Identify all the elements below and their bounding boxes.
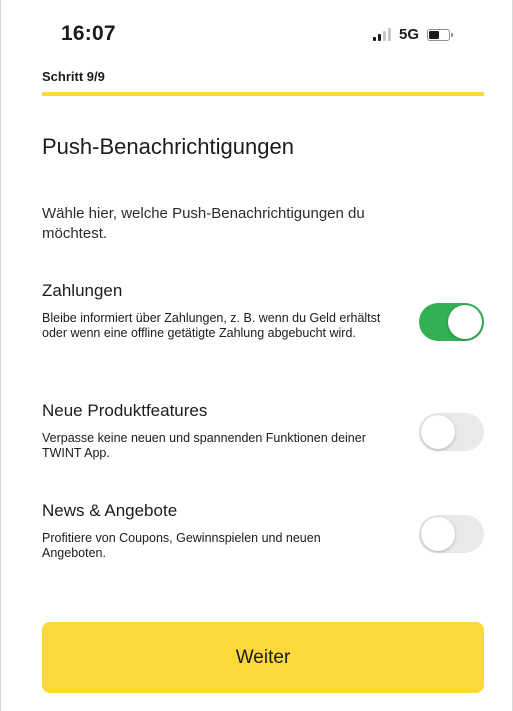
progress-bar [42, 92, 484, 96]
cellular-signal-icon [373, 28, 391, 41]
progress-bar-fill [42, 92, 484, 96]
page-intro: Wähle hier, welche Push-Benachrichtigung… [42, 205, 365, 242]
toggle-knob [448, 305, 482, 339]
status-bar: 16:07 5G [1, 0, 512, 60]
setting-description: Bleibe informiert über Zahlungen, z. B. … [42, 311, 381, 340]
battery-icon [427, 28, 454, 41]
status-indicators: 5G [373, 26, 454, 43]
setting-title: Neue Produktfeatures [42, 401, 208, 420]
setting-payments: Zahlungen Bleibe informiert über Zahlung… [42, 281, 484, 341]
continue-button[interactable]: Weiter [42, 622, 484, 693]
setting-description: Profitiere von Coupons, Gewinnspielen un… [42, 531, 321, 560]
toggle-knob [421, 415, 455, 449]
setting-new-features: Neue Produktfeatures Verpasse keine neue… [42, 401, 484, 461]
payments-toggle[interactable] [419, 303, 484, 341]
step-indicator: Schritt 9/9 [42, 69, 105, 84]
status-time: 16:07 [61, 22, 116, 45]
battery-level [429, 30, 440, 39]
network-label: 5G [399, 26, 420, 43]
page-title: Push-Benachrichtigungen [42, 134, 294, 159]
setting-news-offers: News & Angebote Profitiere von Coupons, … [42, 501, 484, 561]
screen: 16:07 5G Schritt 9/9 Push-Benachrichtigu… [0, 0, 513, 711]
setting-title: News & Angebote [42, 501, 178, 520]
toggle-knob [421, 517, 455, 551]
new-features-toggle[interactable] [419, 413, 484, 451]
setting-title: Zahlungen [42, 281, 123, 300]
setting-description: Verpasse keine neuen und spannenden Funk… [42, 431, 366, 460]
news-offers-toggle[interactable] [419, 515, 484, 553]
